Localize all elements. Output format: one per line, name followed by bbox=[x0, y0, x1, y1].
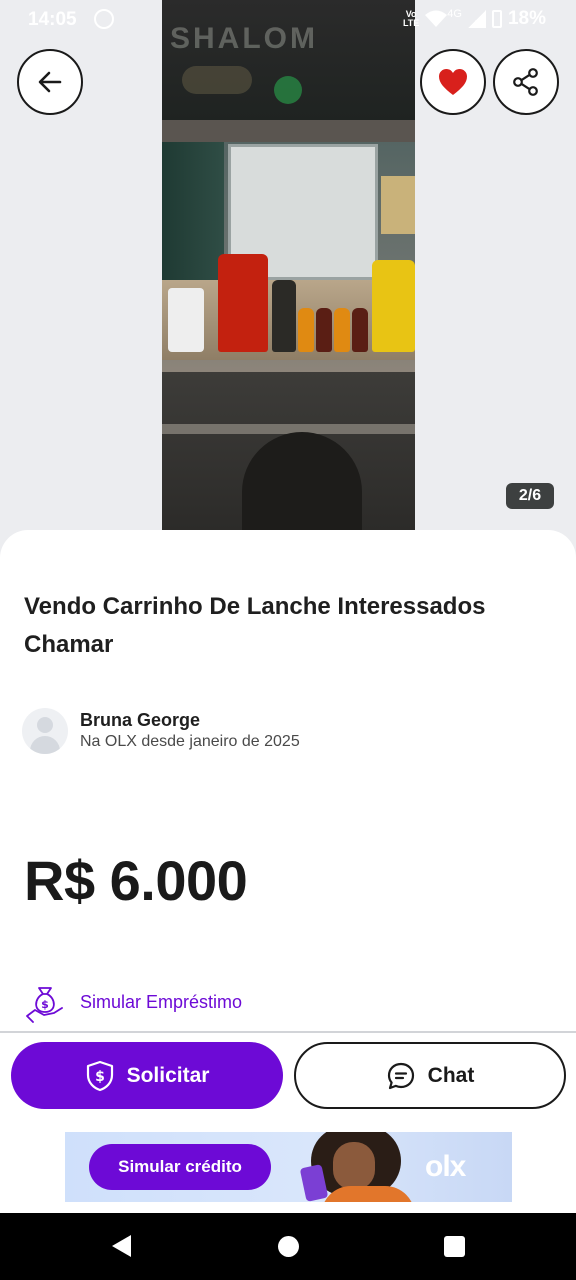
banner-person-face bbox=[333, 1142, 375, 1190]
battery-percent: 18% bbox=[507, 8, 546, 29]
status-icons: Vo LTE 4G 18% bbox=[403, 8, 546, 30]
battery-icon bbox=[491, 10, 502, 28]
avatar[interactable] bbox=[22, 708, 68, 754]
simulate-loan-link[interactable]: Simular Empréstimo bbox=[80, 992, 242, 1013]
network-type: 4G bbox=[447, 8, 462, 20]
shield-dollar-icon: $ bbox=[86, 1060, 113, 1091]
svg-text:$: $ bbox=[95, 1069, 105, 1085]
wifi-icon bbox=[425, 10, 448, 27]
photo-bottle bbox=[316, 308, 332, 352]
photo-bottle bbox=[298, 308, 314, 352]
photo-sign-graphic bbox=[182, 66, 252, 94]
photo-bottle bbox=[272, 280, 296, 352]
chat-bubble-icon bbox=[387, 1062, 414, 1089]
credit-banner[interactable]: Simular crédito olx bbox=[65, 1132, 512, 1202]
volte-icon: Vo LTE bbox=[403, 10, 419, 28]
nav-back-icon[interactable] bbox=[112, 1235, 131, 1257]
nav-recents-icon[interactable] bbox=[444, 1236, 465, 1257]
photo-wall bbox=[162, 142, 224, 282]
avatar-head bbox=[37, 717, 53, 733]
gallery-counter: 2/6 bbox=[506, 483, 554, 509]
photo-bottle bbox=[372, 260, 415, 352]
seller-name[interactable]: Bruna George bbox=[80, 710, 200, 731]
photo-bottle bbox=[334, 308, 350, 352]
arrow-left-icon bbox=[38, 71, 62, 93]
signal-icon bbox=[467, 10, 486, 28]
share-icon bbox=[513, 68, 538, 96]
chat-label: Chat bbox=[427, 1063, 475, 1087]
whatsapp-notification-icon bbox=[94, 9, 114, 29]
image-gallery[interactable]: SHALOM 2/6 bbox=[0, 0, 576, 560]
photo-bottle bbox=[218, 254, 268, 352]
solicitar-label: Solicitar bbox=[126, 1063, 210, 1087]
photo-whatsapp-logo bbox=[274, 76, 302, 104]
chat-button[interactable]: Chat bbox=[294, 1042, 566, 1109]
volte-line2: LTE bbox=[402, 18, 420, 28]
heart-icon bbox=[439, 69, 467, 95]
photo-cart-base bbox=[162, 372, 415, 530]
nav-home-icon[interactable] bbox=[278, 1236, 299, 1257]
svg-text:$: $ bbox=[41, 998, 49, 1011]
listing-photo[interactable]: SHALOM bbox=[162, 0, 415, 530]
seller-since: Na OLX desde janeiro de 2025 bbox=[80, 733, 300, 750]
photo-display-case bbox=[162, 142, 415, 372]
photo-bottle bbox=[352, 308, 368, 352]
status-time: 14:05 bbox=[28, 9, 77, 30]
system-nav-bar bbox=[0, 1213, 576, 1280]
simulate-credit-button[interactable]: Simular crédito bbox=[89, 1144, 271, 1190]
status-bar: 14:05 Vo LTE 4G 18% bbox=[0, 0, 576, 40]
solicitar-button[interactable]: $ Solicitar bbox=[11, 1042, 283, 1109]
avatar-body bbox=[30, 736, 60, 754]
photo-shadow bbox=[242, 432, 362, 530]
olx-logo: olx bbox=[425, 1150, 466, 1183]
photo-shelf bbox=[162, 254, 415, 360]
photo-beam bbox=[162, 120, 415, 142]
share-button[interactable] bbox=[493, 49, 559, 115]
banner-person-image bbox=[299, 1132, 421, 1202]
divider bbox=[0, 1031, 576, 1033]
favorite-button[interactable] bbox=[420, 49, 486, 115]
listing-title: Vendo Carrinho De Lanche Interessados Ch… bbox=[24, 593, 486, 658]
money-bag-hand-icon[interactable]: $ bbox=[24, 982, 66, 1024]
photo-box bbox=[381, 176, 415, 234]
listing-details: Vendo Carrinho De Lanche Interessados Ch… bbox=[0, 530, 576, 1030]
back-button[interactable] bbox=[17, 49, 83, 115]
listing-price: R$ 6.000 bbox=[24, 849, 248, 912]
photo-bottle bbox=[168, 288, 204, 352]
